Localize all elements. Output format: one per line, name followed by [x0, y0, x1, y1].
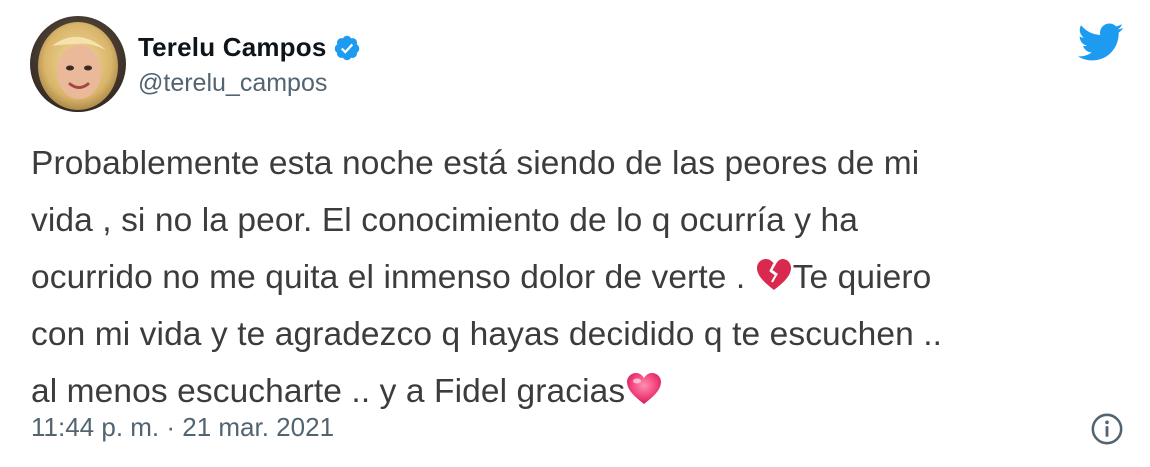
- info-icon[interactable]: [1090, 412, 1124, 446]
- verified-badge-icon: [333, 34, 361, 62]
- twitter-bird-icon[interactable]: [1076, 22, 1124, 62]
- tweet-line-with-emoji: ocurrido no me quita el inmenso dolor de…: [31, 249, 1126, 306]
- sparkling-heart-emoji-icon: [625, 367, 663, 404]
- display-name[interactable]: Terelu Campos: [138, 32, 327, 63]
- tweet-line: vida , si no la peor. El conocimiento de…: [31, 202, 859, 239]
- name-row: Terelu Campos: [138, 31, 361, 65]
- author-handle[interactable]: @terelu_campos: [138, 69, 361, 98]
- tweet-card: Terelu Campos @terelu_campos Probablemen…: [0, 0, 1150, 467]
- tweet-header: Terelu Campos @terelu_campos: [30, 14, 361, 114]
- tweet-line-segment: Te quiero: [792, 259, 932, 296]
- tweet-line: con mi vida y te agradezco q hayas decid…: [31, 316, 943, 353]
- avatar[interactable]: [30, 16, 126, 112]
- broken-heart-emoji-icon: [755, 253, 793, 290]
- avatar-photo-icon: [30, 16, 126, 112]
- tweet-line-segment: al menos escucharte .. y a Fidel gracias: [31, 373, 626, 410]
- tweet-line-segment: ocurrido no me quita el inmenso dolor de…: [31, 259, 755, 296]
- tweet-line: Probablemente esta noche está siendo de …: [31, 145, 920, 182]
- tweet-text: Probablemente esta noche está siendo de …: [31, 135, 1126, 420]
- tweet-timestamp[interactable]: 11:44 p. m. · 21 mar. 2021: [31, 412, 334, 443]
- author-names: Terelu Campos @terelu_campos: [138, 31, 361, 98]
